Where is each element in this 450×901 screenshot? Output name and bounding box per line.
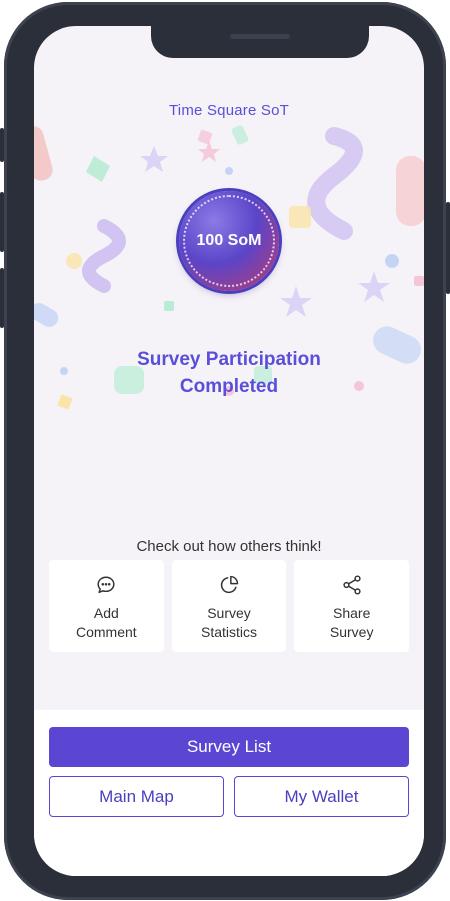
others-prompt: Check out how others think! xyxy=(136,538,322,555)
phone-frame: Time Square SoT 100 SoM Survey Participa… xyxy=(0,2,450,900)
side-button xyxy=(0,128,4,162)
notch xyxy=(151,26,369,58)
my-wallet-button[interactable]: My Wallet xyxy=(234,776,409,817)
add-comment-button[interactable]: Add Comment xyxy=(49,560,164,652)
side-button xyxy=(0,268,4,328)
speaker xyxy=(230,34,290,39)
survey-statistics-label: Survey Statistics xyxy=(201,605,258,640)
main-map-button[interactable]: Main Map xyxy=(49,776,224,817)
add-comment-label: Add Comment xyxy=(75,605,137,640)
bottom-bar: Survey List Main Map My Wallet xyxy=(34,710,424,876)
completion-title: Survey Participation Completed xyxy=(34,346,424,400)
comment-icon xyxy=(97,576,115,594)
share-icon xyxy=(343,575,361,595)
pie-chart-icon xyxy=(220,575,239,594)
share-survey-button[interactable]: Share Survey xyxy=(294,560,410,652)
action-cards: Add Comment Survey Statistics Share Surv… xyxy=(49,560,410,652)
completion-title-line2: Completed xyxy=(179,376,279,397)
survey-list-button[interactable]: Survey List xyxy=(49,727,409,767)
share-survey-label: Share Survey xyxy=(329,605,374,640)
reward-badge: 100 SoM xyxy=(179,191,279,291)
completion-title-line1: Survey Participation xyxy=(137,349,321,370)
screen: Time Square SoT 100 SoM Survey Participa… xyxy=(34,26,424,876)
reward-badge-text: 100 SoM xyxy=(196,232,262,249)
side-button xyxy=(446,202,450,294)
survey-statistics-button[interactable]: Survey Statistics xyxy=(171,560,287,652)
side-button xyxy=(0,192,4,252)
